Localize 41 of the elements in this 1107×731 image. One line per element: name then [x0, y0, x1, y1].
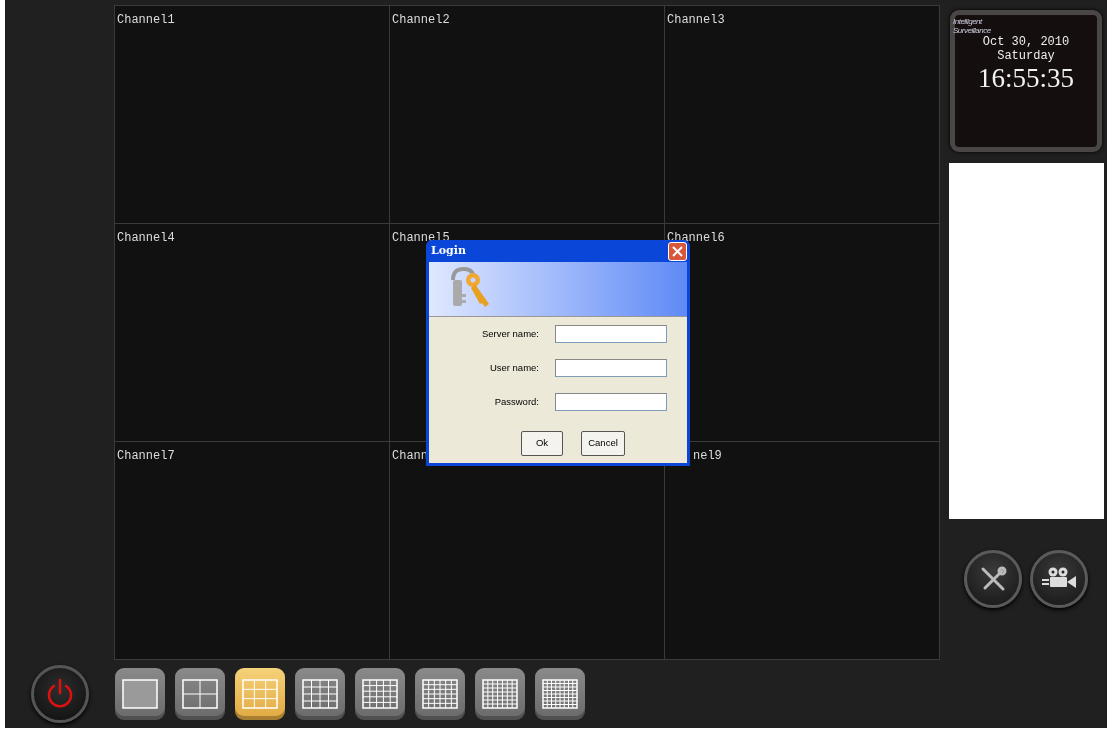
- grid-icon: [362, 679, 398, 709]
- layout-button[interactable]: [115, 668, 165, 720]
- layout-button[interactable]: [355, 668, 405, 720]
- layout-button[interactable]: [235, 668, 285, 720]
- grid-icon: [182, 679, 218, 709]
- channel-label: Channel2: [391, 12, 451, 29]
- layout-button[interactable]: [415, 668, 465, 720]
- input-field[interactable]: [555, 325, 667, 343]
- grid-icon: [422, 679, 458, 709]
- channel-label: Channel3: [666, 12, 726, 29]
- layout-button[interactable]: [475, 668, 525, 720]
- channel-label: nel9: [692, 448, 723, 465]
- logo-text: Intelligent Surveillance: [953, 17, 991, 35]
- grid-icon: [122, 679, 158, 709]
- date-text: Oct 30, 2010: [982, 35, 1070, 49]
- close-icon: [672, 245, 683, 257]
- cancel-button[interactable]: Cancel: [581, 431, 625, 456]
- channel-label: Channel6: [666, 230, 726, 247]
- field-label: Server name:: [480, 326, 539, 341]
- grid-icon: [242, 679, 278, 709]
- layout-button[interactable]: [175, 668, 225, 720]
- channel-label: Channel4: [116, 230, 176, 247]
- field-label: User name:: [488, 360, 539, 375]
- channel-label: Channel7: [116, 448, 176, 465]
- ok-button[interactable]: Ok: [521, 431, 563, 456]
- layout-button[interactable]: [295, 668, 345, 720]
- dialog-title: Login: [431, 242, 466, 259]
- channel-label: Channel1: [116, 12, 176, 29]
- layout-button[interactable]: [535, 668, 585, 720]
- close-button[interactable]: [668, 241, 687, 261]
- input-field[interactable]: [555, 359, 667, 377]
- field-label: Password:: [493, 394, 539, 409]
- power-button[interactable]: [30, 665, 89, 723]
- input-field[interactable]: [555, 393, 667, 411]
- weekday-text: Saturday: [997, 49, 1055, 63]
- grid-icon: [542, 679, 578, 709]
- time-text: 16:55:35: [978, 63, 1074, 93]
- record-button[interactable]: [1030, 550, 1088, 608]
- settings-button[interactable]: [964, 550, 1022, 608]
- grid-icon: [302, 679, 338, 709]
- grid-icon: [482, 679, 518, 709]
